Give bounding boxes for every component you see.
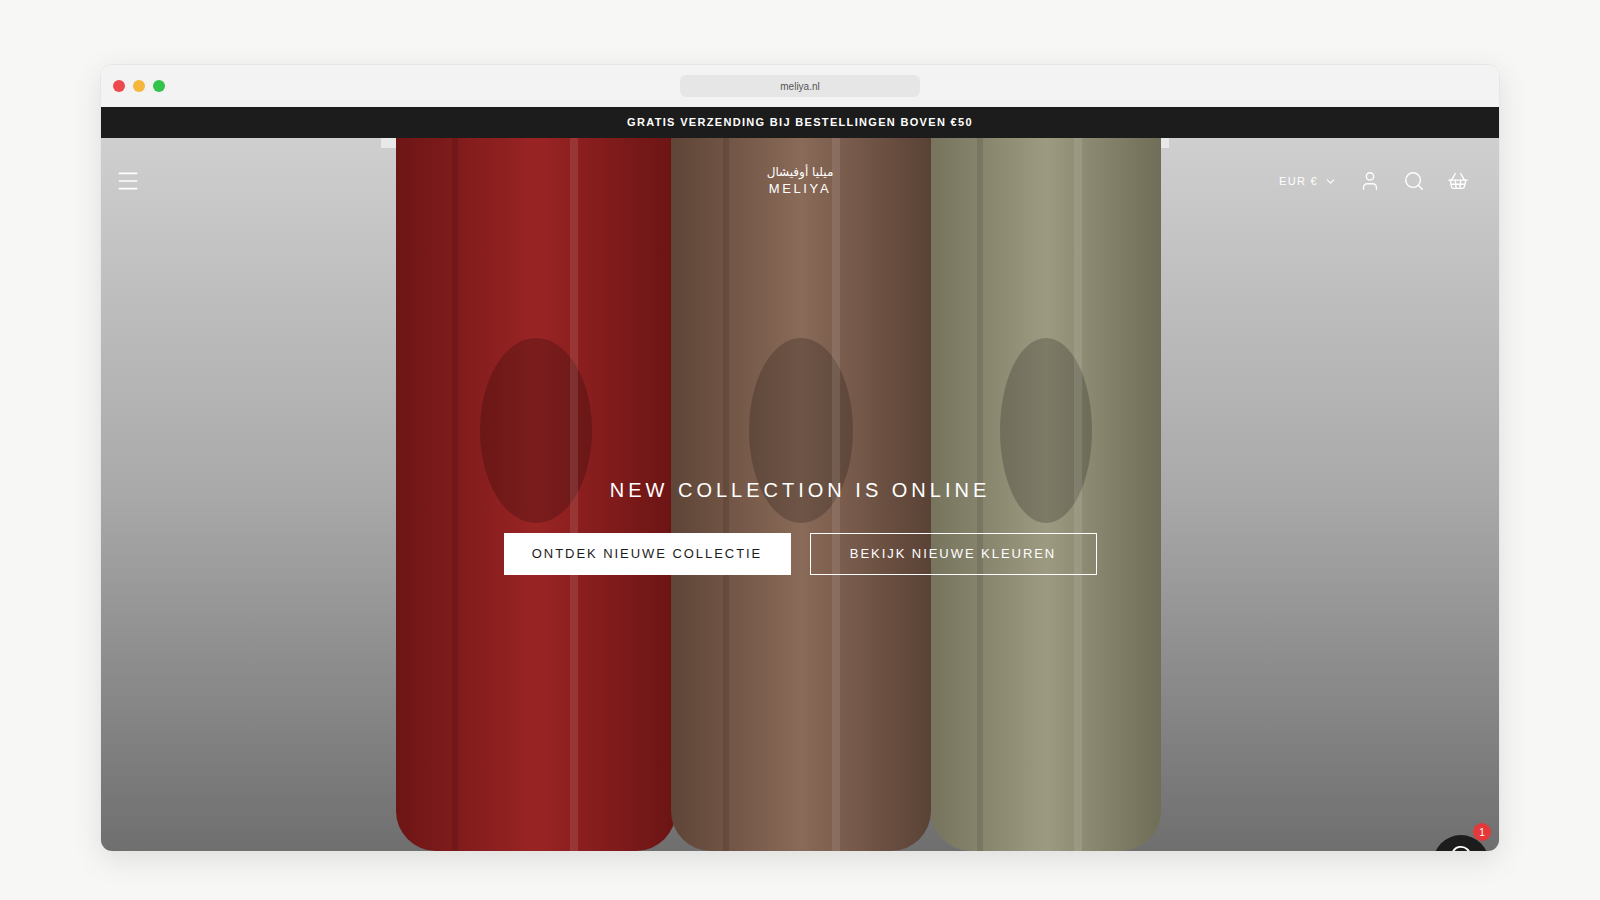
page: meliya.nl GRATIS VERZENDING BIJ BESTELLIN…	[0, 0, 1600, 900]
minimize-dot[interactable]	[133, 80, 145, 92]
browser-title-bar: meliya.nl	[101, 65, 1499, 107]
hero-title: NEW COLLECTION IS ONLINE	[610, 475, 991, 505]
announcement-bar: GRATIS VERZENDING BIJ BESTELLINGEN BOVEN…	[101, 107, 1499, 138]
chat-badge: 1	[1473, 823, 1491, 841]
menu-icon[interactable]	[115, 168, 141, 194]
chevron-down-icon	[1324, 175, 1337, 188]
site-header: ميليا أوفيشالMELIYA EUR €	[101, 138, 1499, 198]
search-icon[interactable]	[1403, 170, 1425, 192]
logo[interactable]: ميليا أوفيشالMELIYA	[767, 164, 834, 198]
chat-icon	[1450, 845, 1472, 851]
close-dot[interactable]	[113, 80, 125, 92]
currency-selector[interactable]: EUR €	[1279, 173, 1337, 190]
url-bar[interactable]: meliya.nl	[680, 75, 920, 97]
cart-icon[interactable]	[1447, 170, 1469, 192]
primary-button[interactable]: ONTDEK NIEUWE COLLECTIE	[504, 533, 791, 575]
secondary-button[interactable]: BEKIJK NIEUWE KLEUREN	[810, 533, 1097, 575]
browser-window: meliya.nl GRATIS VERZENDING BIJ BESTELLIN…	[100, 64, 1500, 852]
maximize-dot[interactable]	[153, 80, 165, 92]
hero-content: NEW COLLECTION IS ONLINE ONTDEK NIEUWE CO…	[101, 138, 1499, 851]
hero: ميليا أوفيشالMELIYAEUR €NEW COLLECTION I…	[101, 138, 1499, 851]
account-icon[interactable]	[1359, 170, 1381, 192]
